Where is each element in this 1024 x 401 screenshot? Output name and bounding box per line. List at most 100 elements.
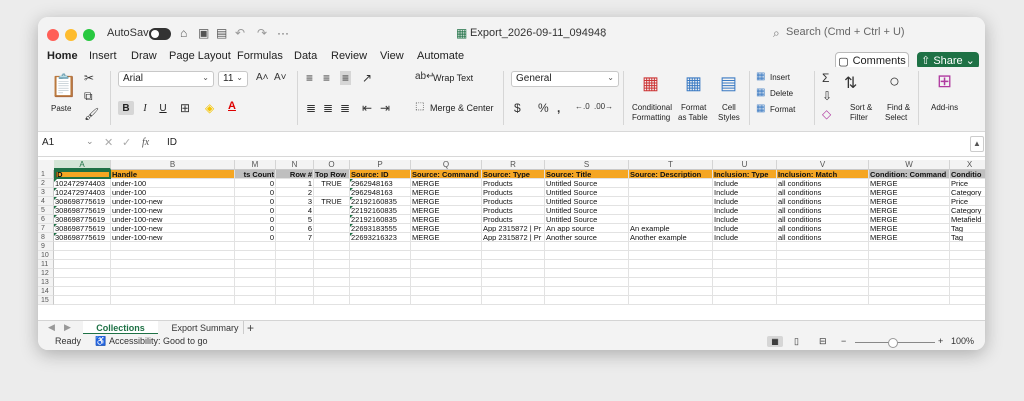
empty-cell[interactable] [235,260,276,269]
table-cell[interactable] [629,215,713,224]
table-cell[interactable]: Tag [950,233,985,242]
table-cell[interactable]: MERGE [869,215,950,224]
table-cell[interactable]: Another source [545,233,629,242]
table-cell[interactable]: Include [713,224,777,233]
empty-cell[interactable] [111,278,235,287]
empty-cell[interactable] [235,251,276,260]
empty-cell[interactable] [111,251,235,260]
empty-cell[interactable] [629,269,713,278]
sheet-tab-export-summary[interactable]: Export Summary [165,321,245,335]
empty-cell[interactable] [411,251,482,260]
table-cell[interactable]: 3 [276,197,314,206]
row-number[interactable]: 14 [38,287,54,296]
empty-cell[interactable] [950,287,985,296]
empty-cell[interactable] [482,296,545,305]
empty-cell[interactable] [350,296,411,305]
comma-style-icon[interactable]: , [557,101,560,115]
underline-button[interactable]: U [155,101,171,115]
table-cell[interactable]: all conditions [777,206,869,215]
table-cell[interactable]: MERGE [869,233,950,242]
align-center-icon[interactable]: ≣ [323,101,333,115]
empty-cell[interactable] [54,296,111,305]
add-sheet-button[interactable]: + [247,321,254,335]
cut-icon[interactable]: ✂ [84,71,94,85]
tab-draw[interactable]: Draw [131,50,157,62]
empty-cell[interactable] [950,242,985,251]
empty-cell[interactable] [950,278,985,287]
conditional-formatting-line1[interactable]: Conditional [632,103,672,113]
empty-cell[interactable] [350,251,411,260]
empty-cell[interactable] [411,296,482,305]
row-number[interactable]: 4 [38,197,54,206]
table-cell[interactable]: MERGE [411,179,482,188]
cell-styles-icon[interactable]: ▤ [720,73,737,94]
paste-icon[interactable]: 📋 [50,73,77,99]
format-painter-icon[interactable]: 🖌 [84,107,99,121]
tab-page-layout[interactable]: Page Layout [169,50,231,62]
zoom-slider-thumb[interactable] [888,338,898,348]
empty-cell[interactable] [411,269,482,278]
insert-button[interactable]: Insert [770,73,790,83]
insert-cells-icon[interactable]: ▦ [756,71,765,82]
header-cell[interactable]: Source: Command [411,170,482,179]
empty-cell[interactable] [54,269,111,278]
format-as-table-icon[interactable]: ▦ [685,73,702,94]
table-cell[interactable]: all conditions [777,197,869,206]
formula-input[interactable]: ID [167,137,177,148]
empty-cell[interactable] [314,269,350,278]
table-cell[interactable]: Include [713,206,777,215]
fill-icon[interactable]: ⇩ [822,89,832,103]
table-cell[interactable]: 0 [235,206,276,215]
table-cell[interactable]: under-100 [111,179,235,188]
empty-cell[interactable] [314,296,350,305]
increase-decimal-icon[interactable]: ←.0 [575,102,590,111]
empty-cell[interactable] [411,242,482,251]
table-cell[interactable] [314,188,350,197]
table-cell[interactable]: 6 [276,224,314,233]
empty-cell[interactable] [54,287,111,296]
next-sheet-icon[interactable]: ▶ [64,322,71,333]
increase-indent-icon[interactable]: ⇥ [380,101,390,115]
table-cell[interactable]: Untitled Source [545,197,629,206]
table-cell[interactable]: Price [950,197,985,206]
find-select-line1[interactable]: Find & [887,103,910,113]
empty-cell[interactable] [111,242,235,251]
empty-cell[interactable] [950,269,985,278]
table-cell[interactable]: 308698775619 [54,206,111,215]
table-cell[interactable] [629,197,713,206]
empty-cell[interactable] [777,296,869,305]
table-cell[interactable]: 2 [276,188,314,197]
align-top-icon[interactable]: ≡ [306,71,313,85]
row-number[interactable]: 9 [38,242,54,251]
empty-cell[interactable] [276,269,314,278]
tab-view[interactable]: View [380,50,404,62]
row-number[interactable]: 13 [38,278,54,287]
cell-styles-line2[interactable]: Styles [718,113,740,123]
empty-cell[interactable] [111,260,235,269]
table-cell[interactable]: Another example [629,233,713,242]
empty-cell[interactable] [545,278,629,287]
expand-formula-bar-button[interactable]: ▲ [970,136,984,152]
decrease-decimal-icon[interactable]: .00→ [594,102,613,111]
table-cell[interactable]: Untitled Source [545,215,629,224]
table-cell[interactable]: MERGE [411,224,482,233]
format-cells-icon[interactable]: ▦ [756,103,765,114]
empty-cell[interactable] [411,287,482,296]
empty-cell[interactable] [235,296,276,305]
fill-color-icon[interactable]: ◈ [205,101,214,115]
table-cell[interactable]: all conditions [777,233,869,242]
table-cell[interactable]: 0 [235,179,276,188]
header-cell[interactable]: Inclusion: Match [777,170,869,179]
table-cell[interactable]: 0 [235,233,276,242]
zoom-level[interactable]: 100% [951,336,974,346]
empty-cell[interactable] [869,260,950,269]
empty-cell[interactable] [276,278,314,287]
font-color-icon[interactable]: A [228,100,236,112]
cancel-icon[interactable]: ✕ [104,136,113,149]
table-cell[interactable]: MERGE [411,197,482,206]
table-cell[interactable]: 1 [276,179,314,188]
zoom-out-icon[interactable]: − [841,336,846,346]
column-header-u[interactable]: U [713,160,777,170]
empty-cell[interactable] [629,296,713,305]
search-icon[interactable]: ⌕ [773,26,780,41]
